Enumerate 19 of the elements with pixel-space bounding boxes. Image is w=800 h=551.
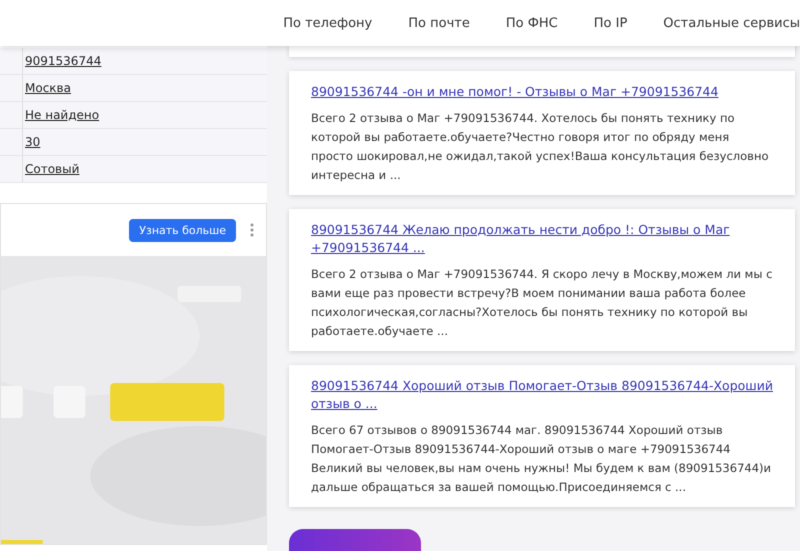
info-value[interactable]: 30: [23, 135, 40, 149]
nav-link[interactable]: По IP: [594, 16, 628, 30]
nav-link[interactable]: Остальные сервисы: [663, 16, 800, 30]
result-snippet: Всего 2 отзыва о Маг +79091536744. Я скоро лечу в Москву,можем ли мы с вами еще раз провести встречу?В моем понимании ваша работа более психологическая,согласны?Хотелось бы понять технику по которой вы работаете.обучаете ...: [311, 266, 773, 340]
nav-link[interactable]: По почте: [408, 16, 470, 30]
result-snippet: Всего 2 отзыва о Маг +79091536744. Хотелось бы понять технику по которой вы работаете.обучаете?Честно говоря итог по обряду меня просто шокировал,не ожидал,такой успех!Ваша консультация безусловно интересна и ...: [311, 110, 770, 184]
more-icon[interactable]: [250, 223, 254, 237]
result-title-link[interactable]: 89091536744 Хороший отзыв Помогает-Отзыв 89091536744-Хороший отзыв о ...: [311, 376, 773, 413]
info-value[interactable]: Москва: [23, 81, 71, 95]
result-snippet: Всего 67 отзывов о 89091536744 маг. 89091536744 Хороший отзыв Помогает-Отзыв 89091536744-Хороший отзыв о маге +79091536744 Великий вы человек,вы нам очень нужны! Мы будем к вам (89091536744)и дальше обращаться за вашей помощью.Присоединяемся с ...: [311, 422, 772, 496]
result-title-link[interactable]: 89091536744 Желаю продолжать нести добро !: Отзывы о Маг +79091536744 ...: [311, 220, 773, 257]
result-title-link[interactable]: 89091536744 -он и мне помог! - Отзывы о Маг +79091536744: [311, 82, 773, 101]
nav-link[interactable]: По телефону: [283, 16, 372, 30]
action-button[interactable]: [289, 528, 421, 551]
learn-more-button[interactable]: Узнать больше: [129, 218, 236, 242]
info-value[interactable]: 9091536744: [23, 54, 102, 68]
info-value[interactable]: Не найдено: [23, 108, 100, 122]
info-value[interactable]: Сотовый: [23, 162, 80, 176]
nav-link[interactable]: По ФНС: [506, 16, 558, 30]
